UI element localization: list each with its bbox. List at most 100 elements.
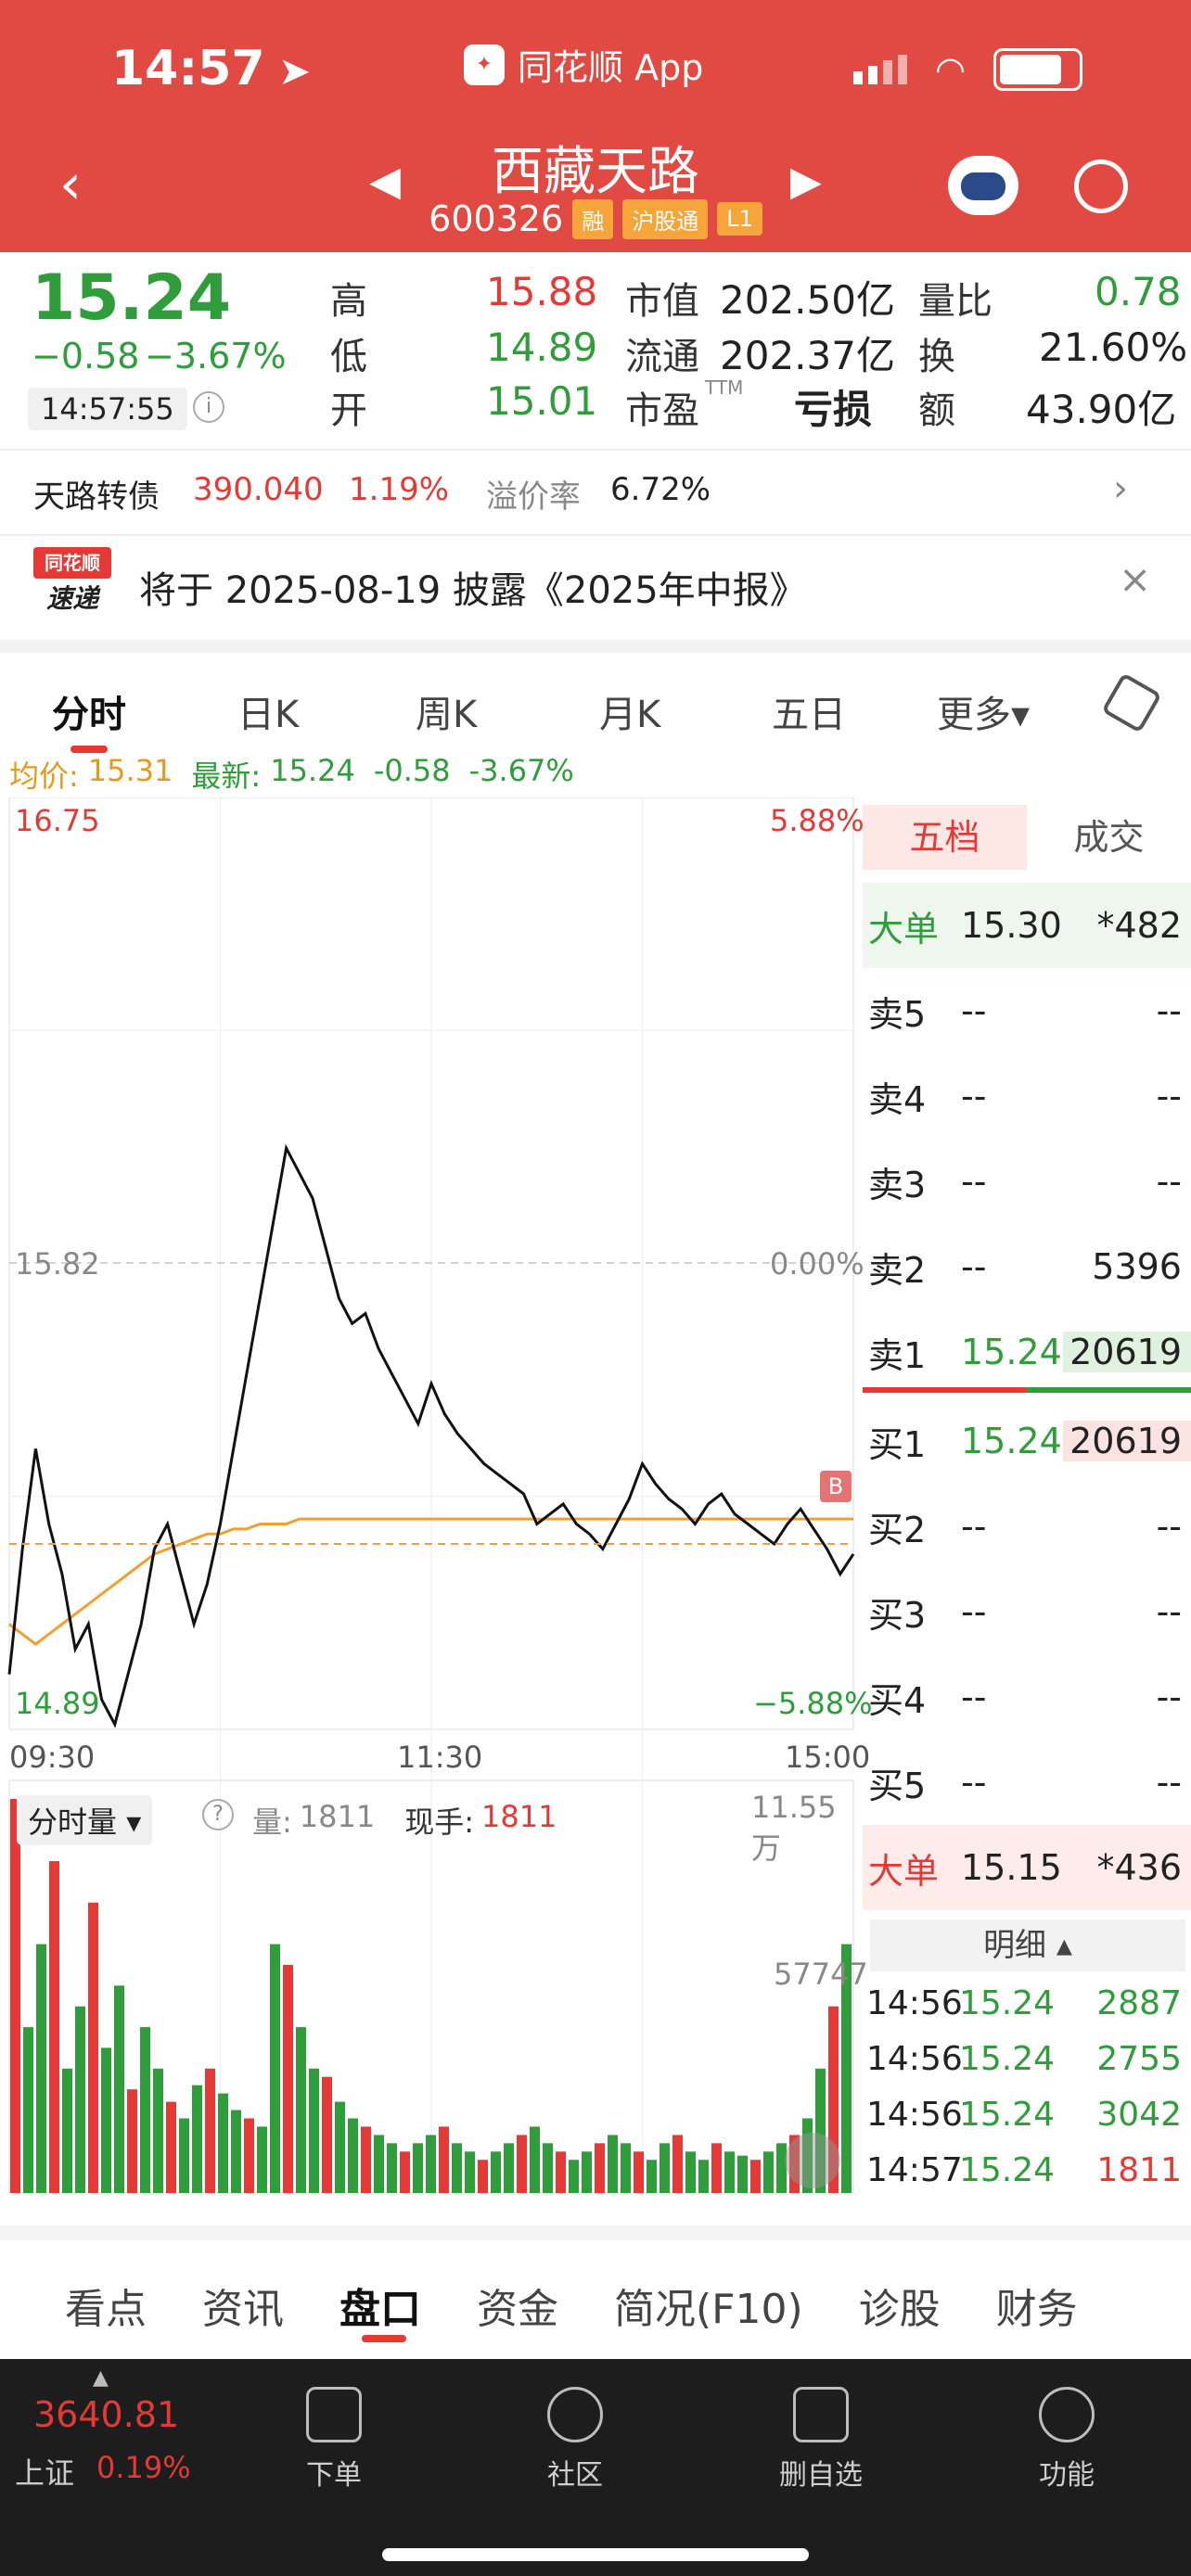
volume-bar [698,2160,709,2193]
tab-market[interactable]: 盘口 [339,2276,421,2342]
bid-row-2: 买2 -- -- [868,1506,1182,1550]
volume-type-select[interactable]: 分时量 ▾ [17,1795,153,1845]
quote-panel: 15.24 −0.58 −3.67% 14:57:55 i 高 15.88 低 … [0,252,1191,449]
volume-bar [75,2006,85,2193]
volume-bar [348,2118,358,2193]
volume-bar [36,1944,46,2193]
convertible-bond-row[interactable]: 天路转债 390.040 1.19% 溢价率 6.72% › [0,449,1191,536]
fullscreen-icon[interactable] [785,2133,840,2188]
turnover-value: 21.60% [1039,325,1188,370]
ask-row-3: 卖3 -- -- [868,1161,1182,1205]
intraday-chart[interactable]: 16.75 15.82 14.89 5.88% 0.00% −5.88% 09:… [0,797,872,2198]
volume-bar [309,2068,319,2193]
volume-bar [179,2118,189,2193]
low-value: 14.89 [486,325,598,370]
tab-weekly-k[interactable]: 周K [416,684,477,738]
trade-row: 14:56 15.24 3042 [866,2095,1182,2134]
chart-settings-icon[interactable] [1101,672,1162,733]
pct-tick-top: 5.88% [770,803,864,838]
wifi-icon: ◠ [935,49,967,90]
latest-value: 15.24 [270,753,355,788]
tab-news[interactable]: 资讯 [202,2276,284,2335]
latest-label: 最新: [191,759,262,794]
volume-bar [556,2151,566,2193]
volume-bar [231,2110,241,2193]
help-icon[interactable]: ? [202,1799,234,1830]
community-button[interactable]: 社区 [519,2387,631,2493]
robot-assistant-icon[interactable] [948,156,1018,215]
document-icon [306,2387,362,2442]
bond-price: 390.040 [193,471,324,508]
volume-bar [192,2085,202,2193]
search-icon[interactable] [1074,159,1128,213]
bottom-toolbar: ▲ 3640.81 上证 0.19% 下单 社区 删自选 功能 [0,2359,1191,2576]
volume-bar [724,2151,735,2193]
menu-circle-icon [1039,2387,1095,2442]
open-value: 15.01 [486,378,598,424]
home-indicator [382,2548,809,2561]
tab-finance[interactable]: 财务 [996,2276,1078,2335]
vr-label: 量比 [918,280,992,323]
trade-row: 14:56 15.24 2755 [866,2039,1182,2078]
volume-bar [517,2135,527,2193]
mcap-value: 202.50亿 [720,277,895,323]
x-tick-close: 15:00 [785,1740,871,1775]
volume-bar [361,2126,371,2193]
volume-bar [244,2118,254,2193]
volume-bar [452,2143,462,2193]
app-logo-icon: ✦ [464,44,505,85]
volume-bar [465,2151,475,2193]
volume-bar [750,2160,761,2193]
functions-button[interactable]: 功能 [1011,2387,1122,2493]
volume-bar [413,2143,423,2193]
float-value: 202.37亿 [720,333,895,378]
volume-bar [23,2027,33,2193]
bid-row-1: 买1 15.24 20619 [863,1398,1191,1484]
location-arrow-icon: ➤ [278,48,312,94]
volume-bar [672,2135,683,2193]
bid-row-4: 买4 -- -- [868,1677,1182,1721]
tab-daily-k[interactable]: 日K [237,684,299,738]
tab-trades[interactable]: 成交 [1027,805,1191,870]
buy-marker-icon[interactable]: B [820,1471,852,1502]
volume-bar [140,2027,150,2193]
tab-highlights[interactable]: 看点 [65,2276,147,2335]
tab-diagnosis[interactable]: 诊股 [859,2276,941,2335]
remove-watchlist-button[interactable]: 删自选 [761,2387,881,2493]
volume-bar [491,2151,501,2193]
ask-row-4: 卖4 -- -- [868,1076,1182,1120]
vol-tick-mid: 57747 [774,1957,868,1992]
volume-bar [127,2089,137,2193]
close-icon[interactable]: × [1119,556,1151,602]
index-value[interactable]: 3640.81 [33,2394,179,2435]
notice-text: 将于 2025-08-19 披露《2025年中报》 [139,569,807,612]
order-button[interactable]: 下单 [278,2387,390,2493]
chevron-right-icon: › [1113,467,1128,510]
vol-tick-top: 11.55万 [751,1790,837,1866]
ask-row-1: 卖1 15.24 20619 [863,1309,1191,1395]
price-change-pct: −3.67% [145,336,287,376]
open-label: 开 [330,389,367,432]
pe-value: 亏损 [794,387,873,432]
tab-five-day[interactable]: 五日 [772,684,846,738]
volume-bar [218,2093,228,2193]
volume-bar [49,1861,59,2193]
notice-banner[interactable]: 同花顺 速递 将于 2025-08-19 披露《2025年中报》 × [0,534,1191,632]
detail-toggle[interactable]: 明细 ▴ [870,1919,1185,1971]
premium-label: 溢价率 [486,478,581,516]
bond-pct: 1.19% [349,471,450,508]
tab-monthly-k[interactable]: 月K [599,684,660,738]
tab-intraday[interactable]: 分时 [52,684,126,738]
volume-bar [582,2151,592,2193]
tab-more[interactable]: 更多▾ [937,684,1030,738]
tab-five-levels[interactable]: 五档 [863,805,1027,870]
section-tabs: 看点 资讯 盘口 资金 简况(F10) 诊股 财务 [0,2225,1191,2370]
y-tick-mid: 15.82 [15,1246,100,1282]
tab-f10[interactable]: 简况(F10) [614,2276,803,2335]
info-icon[interactable]: i [193,391,224,423]
tab-funds[interactable]: 资金 [477,2276,558,2335]
pct-tick-mid: 0.00% [770,1246,864,1282]
high-label: 高 [330,280,367,323]
volume-bar [257,2126,267,2193]
volume-bar [426,2135,436,2193]
